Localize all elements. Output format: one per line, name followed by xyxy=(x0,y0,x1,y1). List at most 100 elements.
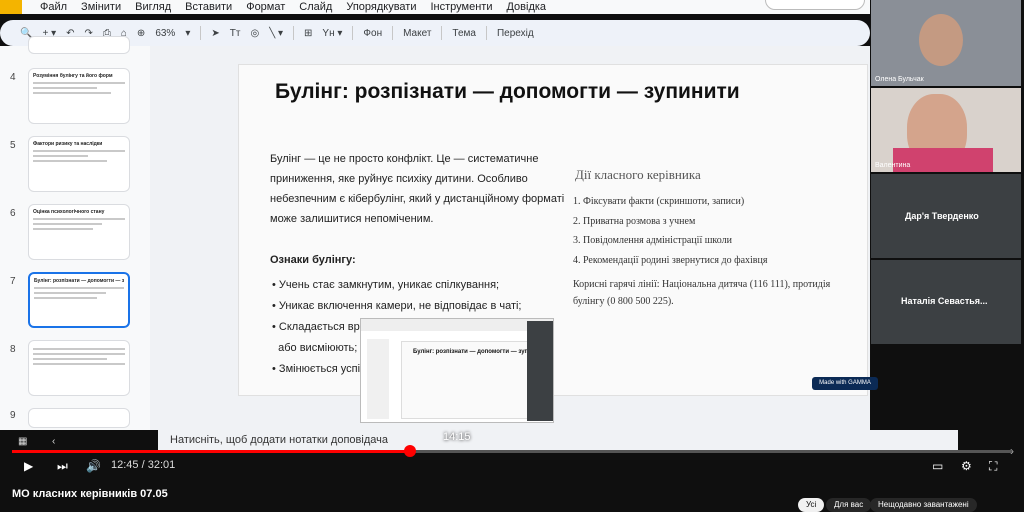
preview-slide-title: Булінг: розпізнати — допомогти — зупинит… xyxy=(413,349,546,355)
slide-thumbnail-9[interactable] xyxy=(28,408,130,428)
paragraph-line: може залишитися непоміченим. xyxy=(270,213,434,225)
chevron-left-icon[interactable]: ‹ xyxy=(52,436,55,447)
participant-tile[interactable]: Наталія Севастья... xyxy=(871,260,1021,344)
paragraph-line: Булінг — це не просто конфлікт. Це — сис… xyxy=(270,153,539,165)
duration: 32:01 xyxy=(147,459,176,471)
thumbnail-title: Фактори ризику та наслідки xyxy=(33,141,103,147)
made-with-gamma-badge[interactable]: Made with GAMMA xyxy=(812,377,878,390)
theme-button[interactable]: Тема xyxy=(452,28,476,39)
slide-thumbnail-4[interactable]: Розуміння булінгу та його форм xyxy=(28,68,130,124)
time-display: 12:45 / 32:01 xyxy=(111,459,176,471)
speaker-notes[interactable]: Натисніть, щоб додати нотатки доповідача xyxy=(158,430,958,450)
subtitles-icon[interactable]: ▭ xyxy=(932,459,943,473)
thumbnail-title: Булінг: розпізнати — допомогти — зупинит… xyxy=(34,278,124,284)
current-time: 12:45 xyxy=(111,459,139,471)
menu-format[interactable]: Формат xyxy=(246,1,285,13)
divider xyxy=(352,26,354,40)
chip-recently-uploaded[interactable]: Нещодавно завантажені xyxy=(870,498,977,512)
slide-number: 7 xyxy=(10,276,16,287)
comment-icon[interactable]: ⊞ xyxy=(304,28,312,39)
slide-thumbnail-6[interactable]: Оцінка психологічного стану xyxy=(28,204,130,260)
slide-thumbnail-7[interactable]: Булінг: розпізнати — допомогти — зупинит… xyxy=(28,272,130,328)
slide-number: 4 xyxy=(10,72,16,83)
hotline-line: Корисні гарячі лінії: Національна дитяча… xyxy=(573,279,831,290)
image-icon[interactable]: ◎ xyxy=(250,28,259,39)
video-title[interactable]: МО класних керівників 07.05 xyxy=(12,488,168,500)
transition-button[interactable]: Перехід xyxy=(497,28,534,39)
paragraph-line: приниження, яке руйнує психіку дитини. О… xyxy=(270,173,528,185)
hotline-text[interactable]: Корисні гарячі лінії: Національна дитяча… xyxy=(573,276,830,310)
paragraph-line: небезпечним є кібербулінг, який у дистан… xyxy=(270,193,565,205)
fullscreen-icon[interactable]: ⛶ xyxy=(989,459,997,474)
text-box-icon[interactable]: Tт xyxy=(230,28,241,39)
avatar xyxy=(919,14,963,66)
grid-icon[interactable]: ▦ xyxy=(18,436,27,447)
player-controls: ▶ ⏭ 🔊 12:45 / 32:01 ▭ ⚙ ⛶ xyxy=(0,455,1024,479)
progress-played xyxy=(12,450,410,453)
slide-thumbnail-8[interactable] xyxy=(28,340,130,396)
menu-tools[interactable]: Інструменти xyxy=(430,1,492,13)
list-item-text: Учень стає замкнутим, уникає спілкування… xyxy=(278,279,500,291)
zoom-select[interactable]: 63% xyxy=(155,28,175,39)
actions-list[interactable]: 1. Фіксувати факти (скриншоти, записи) 2… xyxy=(573,192,767,270)
list-item: • Уникає включення камери, не відповідає… xyxy=(272,300,522,312)
chip-all[interactable]: Усі xyxy=(798,498,825,512)
participant-name: Наталія Севастья... xyxy=(901,296,988,306)
next-icon[interactable]: ⏭ xyxy=(57,459,68,474)
layout-button[interactable]: Макет xyxy=(403,28,431,39)
share-button[interactable] xyxy=(765,0,865,10)
slide-thumbnail-3[interactable] xyxy=(28,36,130,54)
slide-number: 5 xyxy=(10,140,16,151)
divider xyxy=(485,26,487,40)
bullying-paragraph[interactable]: Булінг — це не просто конфлікт. Це — сис… xyxy=(270,149,564,229)
background-button[interactable]: Фон xyxy=(363,28,382,39)
divider xyxy=(441,26,443,40)
zoom-icon[interactable]: ⊕ xyxy=(137,28,145,39)
toolbar: 🔍 + ▾ ↶ ↷ ⎙ ⌂ ⊕ 63% ▾ ➤ Tт ◎ ╲ ▾ ⊞ Yн ▾ … xyxy=(0,20,870,46)
list-item: 2. Приватна розмова з учнем xyxy=(573,215,696,227)
menu-insert[interactable]: Вставити xyxy=(185,1,232,13)
select-cursor-icon[interactable]: ➤ xyxy=(211,28,219,39)
list-item: • Учень стає замкнутим, уникає спілкуван… xyxy=(272,279,500,291)
participant-tile[interactable]: Дар'я Тверденко xyxy=(871,174,1021,258)
participant-tile[interactable]: Олена Бульчак xyxy=(871,0,1021,86)
signs-heading[interactable]: Ознаки булінгу: xyxy=(270,250,356,270)
list-item-text: Складається вра xyxy=(278,321,366,333)
line-icon[interactable]: ╲ ▾ xyxy=(269,28,283,39)
hotline-line: булінгу (0 800 500 225). xyxy=(573,296,674,307)
list-item-text: або висміюють; xyxy=(278,342,358,354)
volume-icon[interactable]: 🔊 xyxy=(86,459,101,473)
divider xyxy=(392,26,394,40)
chip-for-you[interactable]: Для вас xyxy=(826,498,872,512)
thumbnail-title: Оцінка психологічного стану xyxy=(33,209,105,215)
video-preview-thumbnail: Булінг: розпізнати — допомогти — зупинит… xyxy=(360,318,554,423)
menu-bar: Файл Змінити Вигляд Вставити Формат Слай… xyxy=(0,0,870,14)
menu-view[interactable]: Вигляд xyxy=(135,1,171,13)
settings-icon[interactable]: ⚙ xyxy=(961,459,972,473)
slide-title[interactable]: Булінг: розпізнати — допомогти — зупинит… xyxy=(275,80,740,104)
menu-help[interactable]: Довідка xyxy=(506,1,546,13)
participant-name: Дар'я Тверденко xyxy=(905,211,979,221)
list-item-text: Змінюється успі xyxy=(278,363,361,375)
chevron-down-icon[interactable]: ▾ xyxy=(185,28,190,39)
slide-thumbnail-5[interactable]: Фактори ризику та наслідки xyxy=(28,136,130,192)
text-style-icon[interactable]: Yн ▾ xyxy=(322,28,342,39)
thumbnail-title: Розуміння булінгу та його форм xyxy=(33,73,113,79)
slide-number: 8 xyxy=(10,344,16,355)
menu-file[interactable]: Файл xyxy=(40,1,67,13)
menu-arrange[interactable]: Упорядкувати xyxy=(346,1,416,13)
play-icon[interactable]: ▶ xyxy=(24,459,33,473)
divider xyxy=(200,26,202,40)
list-item: 1. Фіксувати факти (скриншоти, записи) xyxy=(573,196,745,207)
menu-edit[interactable]: Змінити xyxy=(81,1,121,13)
participant-tile[interactable]: Валентина xyxy=(871,88,1021,172)
slide-number: 9 xyxy=(10,410,16,421)
list-item: 3. Повідомлення адміністрації школи xyxy=(573,235,732,246)
divider xyxy=(293,26,295,40)
slide-number: 6 xyxy=(10,208,16,219)
slides-logo-icon[interactable] xyxy=(0,0,22,14)
actions-heading[interactable]: Дії класного керівника xyxy=(575,167,701,183)
menu-slide[interactable]: Слайд xyxy=(299,1,332,13)
list-item: 4. Рекомендації родині звернутися до фах… xyxy=(573,254,768,266)
participant-name: Олена Бульчак xyxy=(875,76,924,83)
